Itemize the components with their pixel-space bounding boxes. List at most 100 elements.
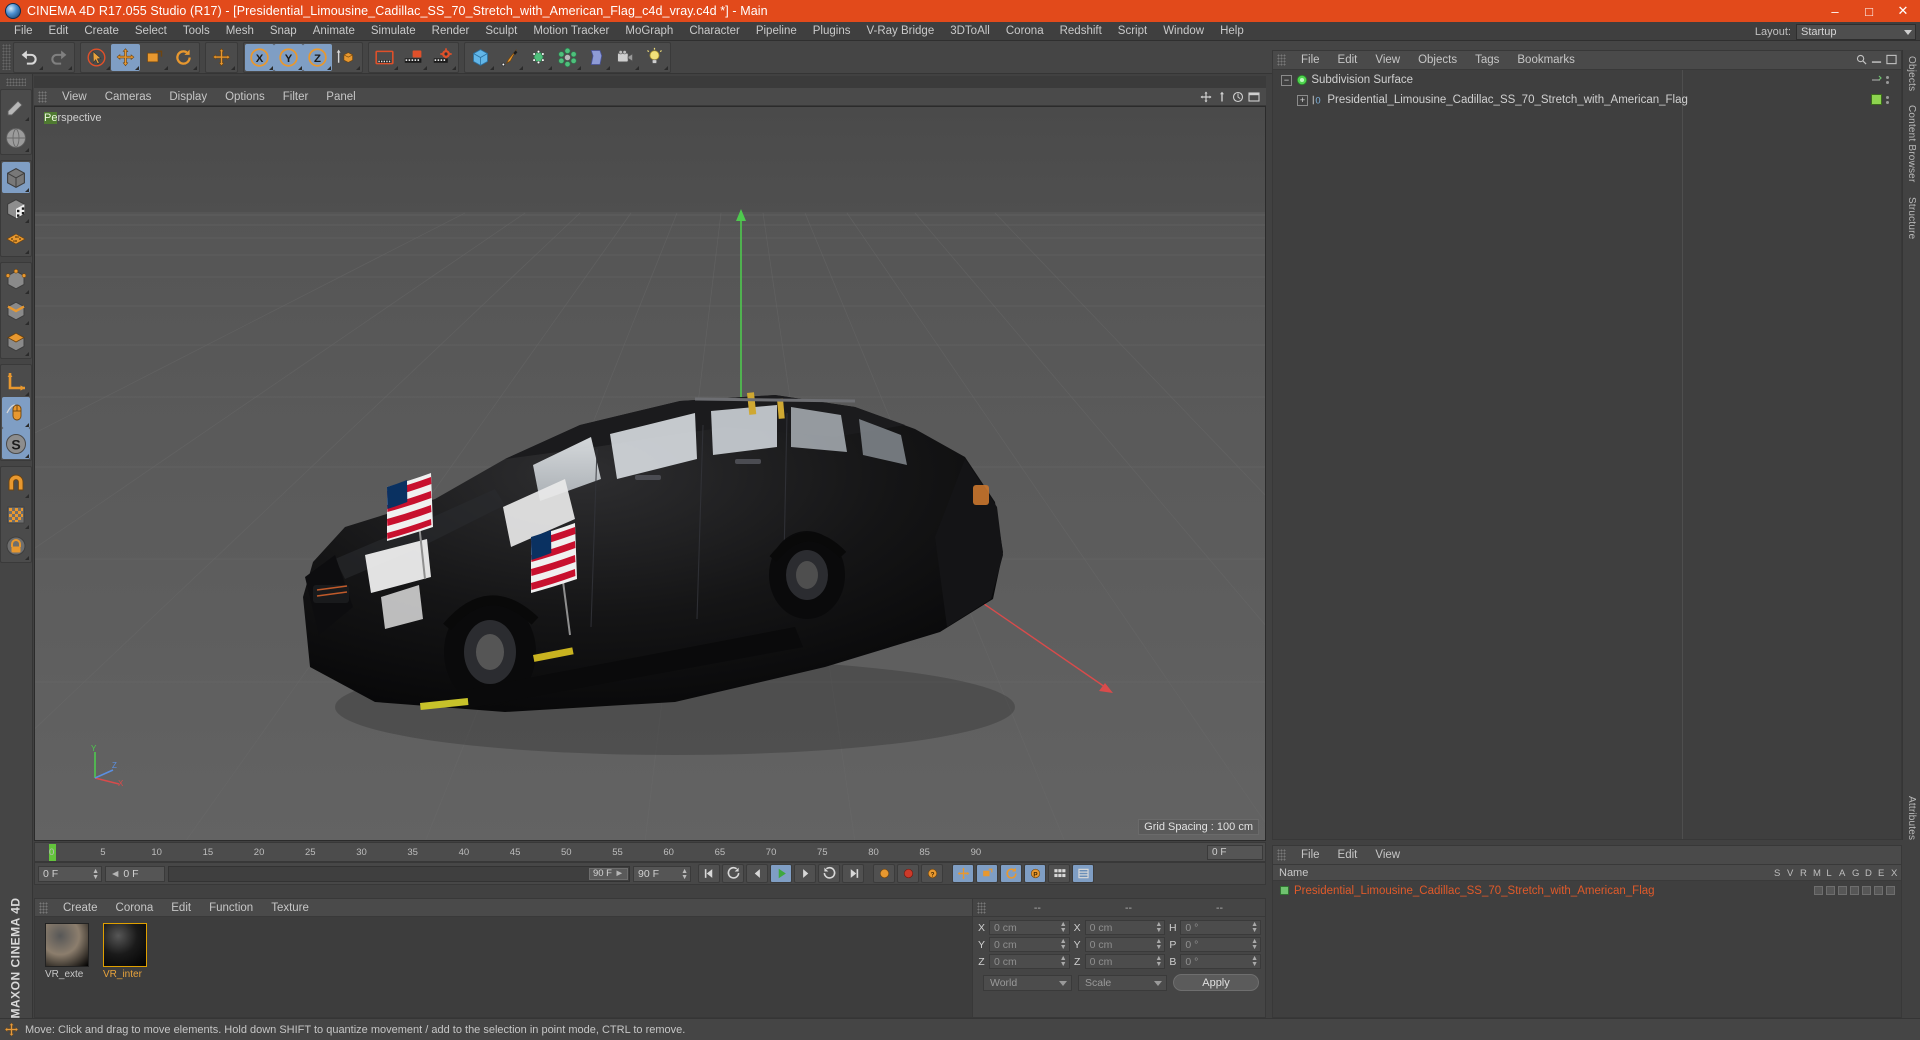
spinner-icon[interactable]: ▲ ▼ xyxy=(92,868,99,881)
left-button-texture-mode[interactable] xyxy=(2,193,30,224)
object-menu-tags[interactable]: Tags xyxy=(1466,51,1508,69)
material-menu-edit[interactable]: Edit xyxy=(162,899,200,917)
menu-item-motion-tracker[interactable]: Motion Tracker xyxy=(525,22,617,41)
orbit-camera-icon[interactable] xyxy=(1231,90,1244,103)
attr-mini-icon-1[interactable] xyxy=(1814,886,1823,895)
maximize-viewport-icon[interactable] xyxy=(1247,90,1260,103)
toolbar-button-render-settings[interactable] xyxy=(428,44,457,71)
menu-item-snap[interactable]: Snap xyxy=(262,22,305,41)
spinner-icon[interactable]: ▲ ▼ xyxy=(1251,955,1258,968)
spinner-icon[interactable]: ▲ ▼ xyxy=(1155,921,1162,934)
attr-mini-icon-6[interactable] xyxy=(1874,886,1883,895)
viewport-menu-panel[interactable]: Panel xyxy=(317,88,364,106)
left-button-polygon-mode[interactable] xyxy=(2,326,30,357)
spinner-icon-2[interactable]: ▲ ▼ xyxy=(681,868,688,881)
material-panel-grip-icon[interactable] xyxy=(39,901,48,914)
timeline-button-step-back-key[interactable] xyxy=(722,864,744,883)
menu-item-pipeline[interactable]: Pipeline xyxy=(748,22,805,41)
toolbar-button-axis-z[interactable]: Z xyxy=(303,43,332,71)
object-dots-icon[interactable] xyxy=(1886,76,1889,84)
menu-item-mograph[interactable]: MoGraph xyxy=(617,22,681,41)
attribute-rows[interactable]: Presidential_Limousine_Cadillac_SS_70_St… xyxy=(1273,881,1901,1017)
toolbar-button-redo[interactable] xyxy=(44,44,73,71)
left-button-lock-axis[interactable] xyxy=(2,499,30,530)
attribute-col-r[interactable]: R xyxy=(1800,868,1807,879)
menu-item-v-ray-bridge[interactable]: V-Ray Bridge xyxy=(858,22,942,41)
toolbar-button-select-cursor[interactable] xyxy=(82,44,111,71)
max-frame-field[interactable]: 90 F ▲ ▼ xyxy=(633,865,691,882)
start-frame-field[interactable]: ◄ 0 F xyxy=(105,865,165,882)
timeline-button-dope-sheet[interactable] xyxy=(1048,864,1070,883)
frame-range-thumb[interactable]: 90 F ► xyxy=(588,867,628,880)
toolbar-button-move-axis[interactable] xyxy=(207,44,236,71)
attribute-col-v[interactable]: V xyxy=(1787,868,1793,879)
menu-item-render[interactable]: Render xyxy=(424,22,478,41)
attr-mini-icon-3[interactable] xyxy=(1838,886,1847,895)
coord-rot-input[interactable]: 0 ° ▲ ▼ xyxy=(1180,954,1262,969)
material-menu-create[interactable]: Create xyxy=(54,899,107,917)
toolbar-button-cube-primitive[interactable] xyxy=(466,44,495,71)
left-button-edge-mode[interactable] xyxy=(2,295,30,326)
vertical-tab-structure[interactable]: Structure xyxy=(1906,197,1917,239)
material-menu-texture[interactable]: Texture xyxy=(262,899,318,917)
move-camera-icon[interactable] xyxy=(1199,90,1212,103)
viewport-menu-display[interactable]: Display xyxy=(160,88,216,106)
menu-item-mesh[interactable]: Mesh xyxy=(218,22,262,41)
material-swatch[interactable] xyxy=(45,923,89,967)
minimize-button[interactable]: – xyxy=(1818,0,1852,22)
pan-camera-icon[interactable] xyxy=(1215,90,1228,103)
maximize-button[interactable]: □ xyxy=(1852,0,1886,22)
attr-mini-icon-4[interactable] xyxy=(1850,886,1859,895)
menu-item-file[interactable]: File xyxy=(6,22,41,41)
timeline-button-timeline-panel[interactable] xyxy=(1072,864,1094,883)
toolbar-button-deformer[interactable] xyxy=(582,44,611,71)
tree-expander[interactable]: + xyxy=(1297,94,1308,106)
material-menu-corona[interactable]: Corona xyxy=(107,899,163,917)
close-button[interactable]: ✕ xyxy=(1886,0,1920,22)
object-panel-grip-icon[interactable] xyxy=(1277,54,1286,66)
vertical-tab-attributes[interactable]: Attributes xyxy=(1906,796,1917,840)
timeline-button-scale-key[interactable] xyxy=(976,864,998,883)
object-menu-view[interactable]: View xyxy=(1366,51,1409,69)
left-button-viewport-solo[interactable] xyxy=(2,397,30,428)
attribute-menu-view[interactable]: View xyxy=(1366,846,1409,864)
toolbar-grip-icon[interactable] xyxy=(2,44,11,70)
menu-item-select[interactable]: Select xyxy=(127,22,175,41)
menu-item-window[interactable]: Window xyxy=(1155,22,1212,41)
viewport-menu-view[interactable]: View xyxy=(53,88,96,106)
viewport-3d-canvas[interactable]: Perspective Y X Z Grid Spacing : 100 cm xyxy=(34,106,1266,841)
coord-rot-input[interactable]: 0 ° ▲ ▼ xyxy=(1180,937,1262,952)
timeline-button-goto-end[interactable] xyxy=(842,864,864,883)
attribute-col-l[interactable]: L xyxy=(1826,868,1832,879)
toolbar-button-spline-pen[interactable] xyxy=(495,44,524,71)
left-button-texture-axis[interactable] xyxy=(2,122,30,153)
timeline-end-field[interactable]: 0 F xyxy=(1207,845,1263,860)
maximize-panel-icon[interactable] xyxy=(1886,54,1897,65)
material-item[interactable]: VR_inter xyxy=(103,923,151,1017)
object-tree-row[interactable]: +0 Presidential_Limousine_Cadillac_SS_70… xyxy=(1273,90,1901,110)
spinner-icon[interactable]: ▲ ▼ xyxy=(1155,955,1162,968)
timeline-button-rotation-key[interactable] xyxy=(1000,864,1022,883)
coord-system-dropdown[interactable]: World xyxy=(983,974,1072,991)
timeline-button-step-forward-key[interactable] xyxy=(818,864,840,883)
attribute-col-e[interactable]: E xyxy=(1878,868,1884,879)
toolbar-button-scale[interactable] xyxy=(140,44,169,71)
attribute-menu-edit[interactable]: Edit xyxy=(1329,846,1367,864)
left-button-model-mode[interactable] xyxy=(2,162,30,193)
left-button-snap-toggle[interactable]: S xyxy=(2,428,30,459)
coord-rot-input[interactable]: 0 ° ▲ ▼ xyxy=(1180,920,1262,935)
toolbar-button-render-picture-viewer[interactable] xyxy=(399,44,428,71)
vertical-tab-content-browser[interactable]: Content Browser xyxy=(1906,105,1917,182)
spinner-icon[interactable]: ▲ ▼ xyxy=(1060,955,1067,968)
attribute-panel-grip-icon[interactable] xyxy=(1277,849,1286,861)
current-frame-field[interactable]: 0 F ▲ ▼ xyxy=(38,865,102,882)
layout-dropdown[interactable]: Startup xyxy=(1796,23,1916,40)
object-tree-row[interactable]: − Subdivision Surface xyxy=(1273,70,1901,90)
left-button-make-editable[interactable] xyxy=(2,91,30,122)
tree-expander[interactable]: − xyxy=(1281,74,1292,86)
viewport-menu-cameras[interactable]: Cameras xyxy=(96,88,161,106)
coordinates-panel-grip-icon[interactable] xyxy=(977,901,986,914)
spinner-icon[interactable]: ▲ ▼ xyxy=(1155,938,1162,951)
material-swatch[interactable] xyxy=(103,923,147,967)
menu-item-plugins[interactable]: Plugins xyxy=(805,22,859,41)
